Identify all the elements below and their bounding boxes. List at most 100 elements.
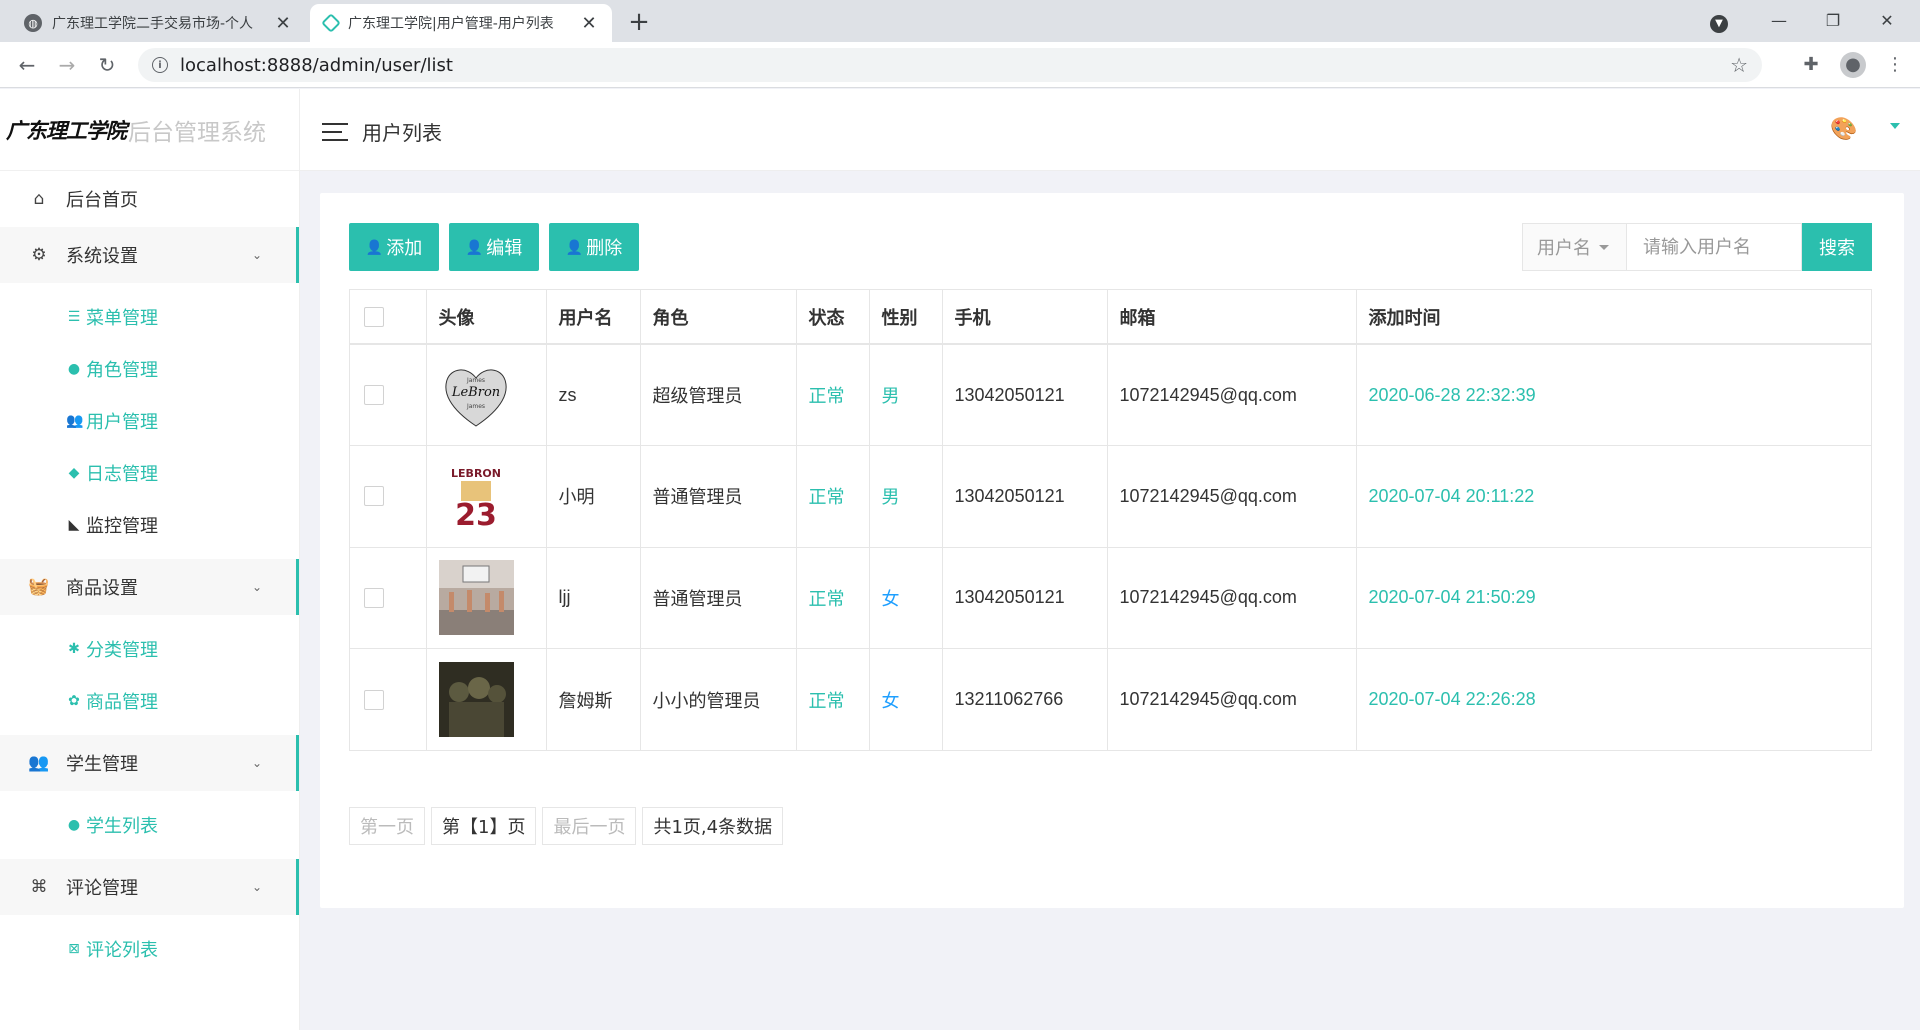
submenu-goods: ✱ 分类管理 ✿ 商品管理: [0, 615, 299, 735]
gender-cell: 男: [869, 445, 943, 548]
email-cell: 1072142945@qq.com: [1107, 547, 1357, 649]
chevron-down-icon: ⌄: [252, 880, 263, 894]
table-row[interactable]: LEBRON 23 小明 普通管理员 正常 男 13042050121 1072…: [350, 445, 1871, 548]
browser-menu-icon[interactable]: ⋮: [1882, 52, 1908, 78]
phone-cell: 13042050121: [942, 445, 1108, 548]
forward-icon[interactable]: →: [52, 50, 82, 80]
browser-tab-market[interactable]: ◍ 广东理工学院二手交易市场-个人 ✕: [10, 4, 306, 42]
sidebar-group-label: 商品设置: [66, 578, 138, 599]
gender-cell: 女: [869, 547, 943, 649]
add-label: 添加: [386, 238, 423, 258]
address-bar-row: ← → ↻ i localhost:8888/admin/user/list ☆…: [0, 42, 1920, 88]
close-icon[interactable]: ✕: [580, 13, 598, 34]
sidebar-item-goods[interactable]: ✿ 商品管理: [0, 675, 299, 727]
url-text[interactable]: localhost:8888/admin/user/list: [180, 55, 1730, 76]
logo-system-name: 后台管理系统: [128, 119, 266, 146]
sidebar-group-comment[interactable]: ⌘ 评论管理 ⌄: [0, 859, 299, 915]
svg-text:James: James: [465, 377, 484, 384]
palette-icon[interactable]: 🎨: [1830, 117, 1857, 142]
user-avatar-image: LEBRON 23: [438, 458, 514, 534]
edit-label: 编辑: [486, 238, 523, 258]
menu-toggle-icon[interactable]: [322, 123, 348, 141]
minimize-icon[interactable]: —: [1756, 6, 1802, 36]
sidebar-group-goods[interactable]: 🧺 商品设置 ⌄: [0, 559, 299, 615]
search-button[interactable]: 搜索: [1802, 223, 1872, 271]
sidebar-item-label: 后台首页: [66, 190, 138, 211]
table-row[interactable]: 詹姆斯 小小的管理员 正常 女 13211062766 1072142945@q…: [350, 648, 1871, 750]
last-page-button[interactable]: 最后一页: [542, 807, 637, 845]
sidebar-group-label: 系统设置: [66, 246, 138, 267]
goods-icon: ✿: [68, 693, 80, 709]
window-close-icon[interactable]: ✕: [1864, 6, 1910, 36]
username-cell: zs: [546, 344, 641, 446]
first-page-button[interactable]: 第一页: [349, 807, 425, 845]
user-edit-icon: 👤: [465, 238, 484, 255]
edit-user-button[interactable]: 👤 编辑: [449, 223, 539, 271]
user-settings-icon: ●: [67, 361, 81, 377]
created-time-cell: 2020-06-28 22:32:39: [1356, 344, 1871, 446]
username-cell: 詹姆斯: [546, 648, 641, 750]
sidebar-item-student-list[interactable]: ● 学生列表: [0, 799, 299, 851]
new-tab-button[interactable]: +: [624, 8, 654, 38]
address-bar[interactable]: i localhost:8888/admin/user/list ☆: [138, 48, 1762, 82]
close-icon[interactable]: ✕: [274, 13, 292, 34]
table-row[interactable]: LeBron James James zs 超级管理员 正常 男 1304205…: [350, 344, 1871, 446]
sidebar-item-label: 分类管理: [86, 640, 158, 661]
search-field-select[interactable]: 用户名: [1522, 223, 1626, 271]
asterisk-icon: ✱: [68, 641, 80, 657]
email-cell: 1072142945@qq.com: [1107, 445, 1357, 548]
row-checkbox[interactable]: [364, 385, 384, 405]
row-checkbox[interactable]: [364, 486, 384, 507]
role-cell: 小小的管理员: [640, 648, 797, 750]
caret-down-icon[interactable]: [1890, 123, 1900, 129]
username-cell: ljj: [546, 547, 641, 649]
row-checkbox[interactable]: [364, 587, 384, 608]
tag-icon: ◆: [68, 465, 80, 481]
column-header: 角色: [640, 290, 797, 345]
profile-menu-icon[interactable]: ▼: [1696, 6, 1742, 36]
submenu-student: ● 学生列表: [0, 791, 299, 859]
sidebar-item-role[interactable]: ● 角色管理: [0, 343, 299, 395]
browser-tab-userlist[interactable]: 广东理工学院|用户管理-用户列表 ✕: [310, 4, 612, 42]
sidebar-item-user[interactable]: 👥 用户管理: [0, 395, 299, 447]
row-checkbox[interactable]: [364, 689, 384, 710]
sidebar-group-system[interactable]: ⚙ 系统设置 ⌄: [0, 227, 299, 283]
sidebar: 广东理工学院 后台管理系统 ⌂ 后台首页 ⚙ 系统设置 ⌄ ☰ 菜单管理 ● 角色管…: [0, 89, 300, 1030]
add-user-button[interactable]: 👤 添加: [349, 223, 439, 271]
sidebar-item-label: 监控管理: [86, 516, 158, 537]
bookmark-star-icon[interactable]: ☆: [1730, 53, 1748, 77]
sidebar-item-monitor[interactable]: ◣ 监控管理: [0, 499, 299, 551]
user-table: 头像 用户名 角色 状态 性别 手机 邮箱 添加时间 LeBron James …: [349, 289, 1872, 751]
restore-icon[interactable]: ❐: [1810, 6, 1856, 36]
search-field-value: 用户名: [1537, 238, 1591, 259]
reload-icon[interactable]: ↻: [92, 50, 122, 80]
svg-text:James: James: [465, 403, 484, 410]
extensions-icon[interactable]: ✚: [1798, 52, 1824, 78]
select-all-checkbox[interactable]: [364, 306, 384, 327]
sidebar-item-home[interactable]: ⌂ 后台首页: [0, 171, 299, 227]
sidebar-item-menu[interactable]: ☰ 菜单管理: [0, 291, 299, 343]
admin-app: 广东理工学院 后台管理系统 ⌂ 后台首页 ⚙ 系统设置 ⌄ ☰ 菜单管理 ● 角色管…: [0, 89, 1920, 1030]
sidebar-group-student[interactable]: 👥 学生管理 ⌄: [0, 735, 299, 791]
submenu-system: ☰ 菜单管理 ● 角色管理 👥 用户管理 ◆ 日志管理 ◣ 监控管理: [0, 283, 299, 559]
sidebar-item-label: 用户管理: [86, 412, 158, 433]
info-icon[interactable]: i: [152, 57, 168, 73]
table-row[interactable]: ljj 普通管理员 正常 女 13042050121 1072142945@qq…: [350, 547, 1871, 649]
email-cell: 1072142945@qq.com: [1107, 648, 1357, 750]
sidebar-item-category[interactable]: ✱ 分类管理: [0, 623, 299, 675]
camera-icon: ◣: [68, 517, 80, 533]
browser-tab-bar: ◍ 广东理工学院二手交易市场-个人 ✕ 广东理工学院|用户管理-用户列表 ✕ +…: [0, 0, 1920, 42]
globe-icon: ◍: [24, 14, 42, 32]
role-cell: 普通管理员: [640, 547, 797, 649]
account-icon[interactable]: ●: [1840, 52, 1866, 78]
sidebar-item-log[interactable]: ◆ 日志管理: [0, 447, 299, 499]
column-header: 手机: [942, 290, 1108, 345]
table-header-row: 头像 用户名 角色 状态 性别 手机 邮箱 添加时间: [350, 290, 1871, 345]
back-icon[interactable]: ←: [12, 50, 42, 80]
sidebar-item-comment-list[interactable]: ⊠ 评论列表: [0, 923, 299, 975]
delete-user-button[interactable]: 👤 删除: [549, 223, 639, 271]
chevron-down-icon: ⌄: [252, 580, 263, 594]
logo[interactable]: 广东理工学院 后台管理系统: [0, 89, 299, 171]
search-input[interactable]: [1626, 223, 1802, 271]
caret-down-icon: [1599, 244, 1609, 250]
